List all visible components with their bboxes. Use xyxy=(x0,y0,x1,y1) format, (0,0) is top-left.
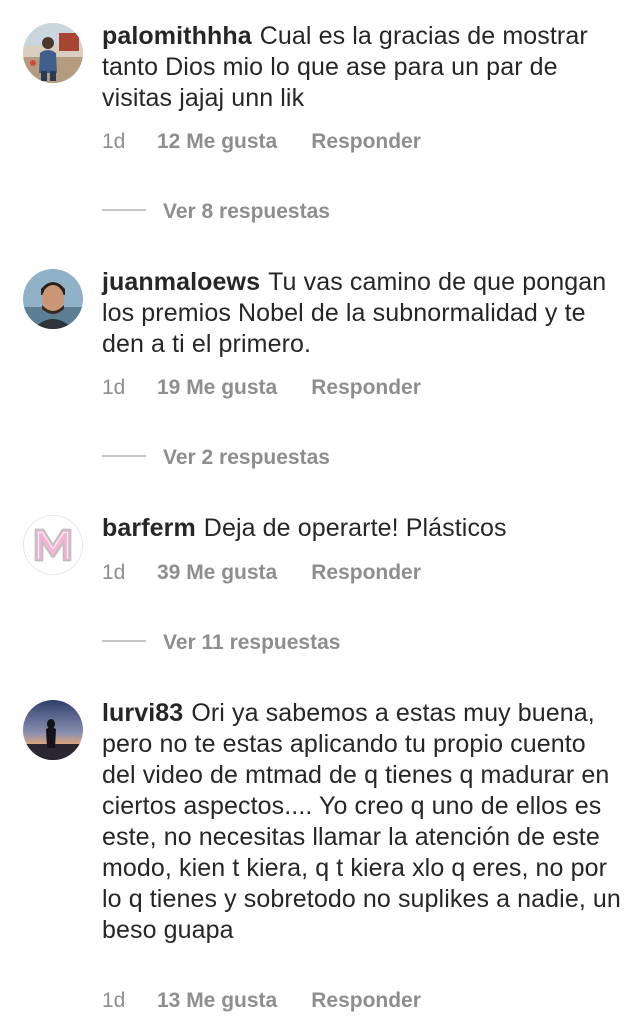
comment-username[interactable]: juanmaloews xyxy=(102,268,260,296)
comment-meta: 1d 12 Me gusta Responder xyxy=(102,127,421,157)
avatar[interactable] xyxy=(23,515,83,575)
avatar-photo-icon xyxy=(23,23,83,83)
comment-message: Ori ya sabemos a estas muy buena, pero n… xyxy=(102,699,621,944)
comment-time: 1d xyxy=(102,376,126,399)
comment-text: juanmaloews Tu vas camino de que pongan l… xyxy=(102,267,622,360)
view-replies-button[interactable]: Ver 11 respuestas xyxy=(102,628,340,658)
comment-meta: 1d 13 Me gusta Responder xyxy=(102,986,421,1016)
reply-button[interactable]: Responder xyxy=(311,986,421,1016)
view-replies-label: Ver 11 respuestas xyxy=(163,631,341,654)
avatar-photo-icon xyxy=(23,269,83,329)
avatar[interactable] xyxy=(23,23,83,83)
comment-text: barferm Deja de operarte! Plásticos xyxy=(102,513,622,544)
replies-divider xyxy=(102,455,146,458)
avatar[interactable] xyxy=(23,269,83,329)
reply-button[interactable]: Responder xyxy=(311,558,421,588)
view-replies-button[interactable]: Ver 8 respuestas xyxy=(102,197,330,227)
replies-divider xyxy=(102,209,146,212)
comment-meta: 1d 19 Me gusta Responder xyxy=(102,373,421,403)
comment-meta: 1d 39 Me gusta Responder xyxy=(102,558,421,588)
comment-likes[interactable]: 13 Me gusta xyxy=(157,986,277,1016)
view-replies-label: Ver 8 respuestas xyxy=(163,200,330,223)
comment-likes[interactable]: 39 Me gusta xyxy=(157,558,277,588)
comment-text: palomithhha Cual es la gracias de mostrar… xyxy=(102,21,622,114)
comment-likes[interactable]: 12 Me gusta xyxy=(157,127,277,157)
reply-button[interactable]: Responder xyxy=(311,373,421,403)
replies-divider xyxy=(102,640,146,643)
avatar[interactable] xyxy=(23,700,83,760)
comment-time: 1d xyxy=(102,989,126,1012)
comment-likes[interactable]: 19 Me gusta xyxy=(157,373,277,403)
comment-message: Deja de operarte! Plásticos xyxy=(203,514,507,542)
comment-text: lurvi83 Ori ya sabemos a estas muy buena,… xyxy=(102,698,622,946)
comment-time: 1d xyxy=(102,561,126,584)
view-replies-button[interactable]: Ver 2 respuestas xyxy=(102,443,330,473)
avatar-photo-icon xyxy=(23,700,83,760)
view-replies-label: Ver 2 respuestas xyxy=(163,446,330,469)
reply-button[interactable]: Responder xyxy=(311,127,421,157)
comment-username[interactable]: palomithhha xyxy=(102,22,252,50)
letter-m-icon xyxy=(24,516,82,574)
comment-username[interactable]: lurvi83 xyxy=(102,699,183,727)
comment-username[interactable]: barferm xyxy=(102,514,196,542)
comment-time: 1d xyxy=(102,130,126,153)
